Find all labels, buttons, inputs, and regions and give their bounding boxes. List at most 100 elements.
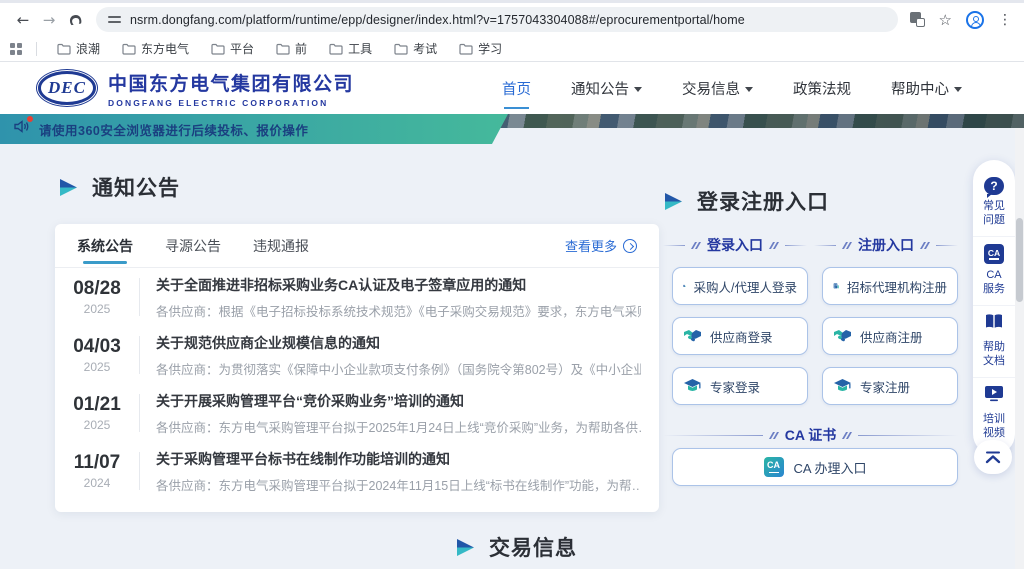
notice-list-item[interactable]: 01/21 2025 关于开展采购管理平台“竞价采购业务”培训的通知 各供应商：… (55, 384, 659, 442)
folder-icon (122, 43, 136, 55)
notice-year: 2024 (65, 476, 129, 490)
supplier-register-button[interactable]: 供应商注册 (822, 317, 958, 355)
collapse-up-icon (984, 451, 1002, 464)
browser-menu-icon[interactable]: ⋮ (998, 12, 1012, 28)
page-scrollbar-thumb[interactable] (1016, 218, 1023, 302)
bookmark-folder[interactable]: 工具 (321, 40, 380, 57)
nav-help-center[interactable]: 帮助中心 (891, 72, 962, 105)
bookmark-folder[interactable]: 前 (268, 40, 315, 57)
notices-card: 系统公告 寻源公告 违规通报 查看更多 08/28 2025 关于全面推进非招标… (55, 224, 659, 512)
url-text[interactable]: nsrm.dongfang.com/platform/runtime/epp/d… (130, 13, 745, 27)
tab-violation-reports[interactable]: 违规通报 (253, 224, 309, 268)
page-body: DEC 中国东方电气集团有限公司 DONGFANG ELECTRIC CORPO… (0, 62, 1024, 569)
notices-section-heading: 通知公告 (58, 172, 180, 202)
notice-desc: 各供应商：东方电气采购管理平台拟于2025年1月24日上线“竞价采购”业务，为帮… (156, 417, 641, 436)
agency-register-button[interactable]: 招标代理机构注册 (822, 267, 958, 305)
notice-title[interactable]: 关于全面推进非招标采购业务CA认证及电子签章应用的通知 (156, 275, 641, 295)
graduation-cap-icon (833, 378, 852, 395)
divider (139, 452, 140, 490)
forward-icon[interactable]: → (36, 11, 62, 29)
company-name-en: DONGFANG ELECTRIC CORPORATION (108, 98, 354, 108)
speaker-icon (14, 120, 29, 138)
faq-quick-item[interactable]: ? 常见 问题 (973, 170, 1015, 237)
notice-desc: 各供应商：根据《电子招标投标系统技术规范》《电子采购交易规范》要求，东方电气采购… (156, 301, 641, 320)
notice-list-item[interactable]: 08/28 2025 关于全面推进非招标采购业务CA认证及电子签章应用的通知 各… (55, 268, 659, 326)
folder-icon (276, 43, 290, 55)
help-docs-quick-item[interactable]: 帮助 文档 (973, 306, 1015, 378)
bookmark-star-icon[interactable]: ☆ (939, 11, 952, 29)
trade-info-section-heading: 交易信息 (455, 532, 577, 562)
bookmark-folder[interactable]: 考试 (386, 40, 445, 57)
training-video-quick-item[interactable]: 培训 视频 (973, 378, 1015, 449)
bookmark-folder[interactable]: 浪潮 (49, 40, 108, 57)
collapse-to-top-button[interactable] (974, 440, 1012, 474)
apps-grid-icon[interactable] (10, 43, 22, 55)
section-arrow-icon (455, 539, 476, 556)
alert-text: 请使用360安全浏览器进行后续投标、报价操作 (39, 120, 308, 139)
bookmark-folder[interactable]: 平台 (203, 40, 262, 57)
section-arrow-icon (58, 179, 79, 196)
portal-section-heading: 登录注册入口 (663, 186, 829, 216)
notice-list-item[interactable]: 04/03 2025 关于规范供应商企业规模信息的通知 各供应商：为贯彻落实《保… (55, 326, 659, 384)
buyer-agent-login-button[interactable]: 采购人/代理人登录 (672, 267, 808, 305)
notice-date: 04/03 (65, 336, 129, 358)
nav-policies[interactable]: 政策法规 (793, 72, 851, 105)
building-icon (683, 277, 686, 295)
notification-dot (27, 116, 33, 122)
question-icon: ? (984, 177, 1004, 195)
video-icon (984, 385, 1004, 408)
profile-avatar-icon[interactable] (966, 11, 984, 29)
folder-icon (459, 43, 473, 55)
nav-trade-info[interactable]: 交易信息 (682, 72, 753, 105)
section-arrow-icon (663, 193, 684, 210)
handshake-icon (833, 328, 852, 344)
nav-home[interactable]: 首页 (502, 72, 531, 105)
supplier-login-button[interactable]: 供应商登录 (672, 317, 808, 355)
ca-service-quick-item[interactable]: CA CA 服务 (973, 237, 1015, 306)
divider (139, 278, 140, 316)
page-scrollbar-track[interactable] (1015, 128, 1024, 569)
ca-badge-icon: CA (764, 457, 784, 477)
address-bar[interactable]: nsrm.dongfang.com/platform/runtime/epp/d… (96, 7, 898, 32)
top-navigation: 首页 通知公告 交易信息 政策法规 帮助中心 (502, 72, 962, 105)
notice-desc: 各供应商：东方电气采购管理平台拟于2024年11月15日上线“标书在线制作”功能… (156, 475, 641, 494)
ca-apply-button[interactable]: CA CA 办理入口 (672, 448, 958, 486)
chevron-down-icon (745, 87, 753, 92)
bookmarks-bar: 浪潮 东方电气 平台 前 工具 考试 学习 (0, 36, 1024, 62)
folder-icon (329, 43, 343, 55)
notice-list-item[interactable]: 11/07 2024 关于采购管理平台标书在线制作功能培训的通知 各供应商：东方… (55, 442, 659, 500)
bookmark-folder[interactable]: 东方电气 (114, 40, 197, 57)
nav-notices[interactable]: 通知公告 (571, 72, 642, 105)
view-more-link[interactable]: 查看更多 (565, 236, 637, 255)
translate-icon[interactable] (910, 12, 925, 27)
notice-year: 2025 (65, 418, 129, 432)
register-group-label: 注册入口 (814, 235, 958, 255)
company-logo[interactable]: DEC 中国东方电气集团有限公司 DONGFANG ELECTRIC CORPO… (38, 69, 354, 108)
browser-toolbar: ← → C nsrm.dongfang.com/platform/runtime… (0, 3, 1024, 36)
bookmarks-divider (36, 42, 37, 56)
notice-title[interactable]: 关于规范供应商企业规模信息的通知 (156, 333, 641, 353)
tab-sourcing-notices[interactable]: 寻源公告 (165, 224, 221, 268)
expert-register-button[interactable]: 专家注册 (822, 367, 958, 405)
folder-icon (57, 43, 71, 55)
notice-title[interactable]: 关于开展采购管理平台“竞价采购业务”培训的通知 (156, 391, 641, 411)
tab-system-notices[interactable]: 系统公告 (77, 224, 133, 268)
back-icon[interactable]: ← (10, 11, 36, 29)
company-name: 中国东方电气集团有限公司 (108, 69, 354, 96)
ca-group-label: CA 证书 (663, 425, 958, 445)
document-icon (984, 313, 1004, 336)
notices-tabs: 系统公告 寻源公告 违规通报 查看更多 (55, 224, 659, 268)
chevron-down-icon (954, 87, 962, 92)
quick-access-bar: ? 常见 问题 CA CA 服务 帮助 文档 培训 视频 (973, 160, 1015, 455)
graduation-cap-icon (683, 378, 702, 395)
notice-year: 2025 (65, 360, 129, 374)
folder-icon (394, 43, 408, 55)
site-settings-icon[interactable] (108, 13, 121, 26)
notice-desc: 各供应商：为贯彻落实《保障中小企业款项支付条例》（国务院令第802号）及《中小企… (156, 359, 641, 378)
bookmark-folder[interactable]: 学习 (451, 40, 510, 57)
handshake-icon (683, 328, 702, 344)
chevron-down-icon (634, 87, 642, 92)
expert-login-button[interactable]: 专家登录 (672, 367, 808, 405)
notice-title[interactable]: 关于采购管理平台标书在线制作功能培训的通知 (156, 449, 641, 469)
reload-icon[interactable]: C (64, 5, 86, 34)
